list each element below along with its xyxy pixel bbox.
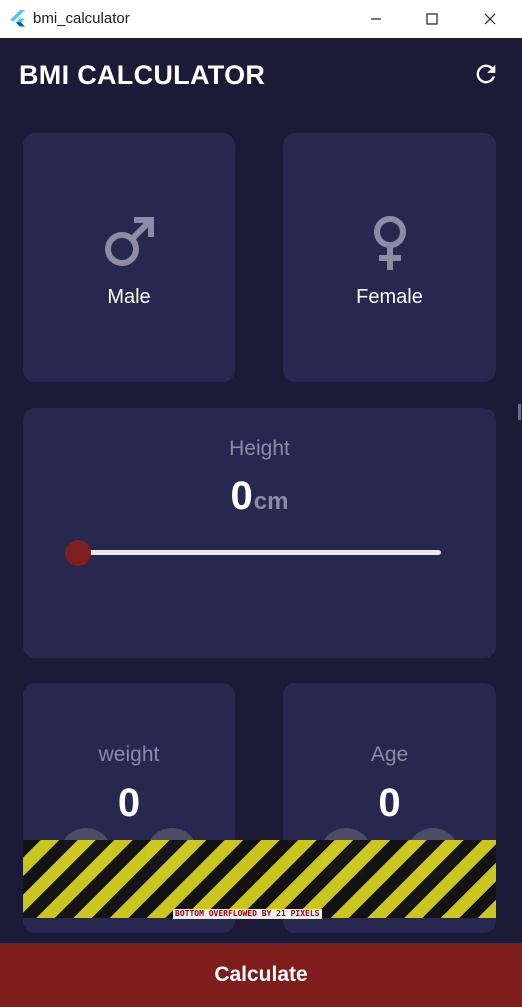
maximize-button[interactable] bbox=[403, 0, 461, 38]
window-title: bmi_calculator bbox=[33, 10, 130, 27]
overflow-warning-stripe: BOTTOM OVERFLOWED BY 21 PIXELS bbox=[23, 840, 496, 919]
height-label: Height bbox=[229, 437, 290, 460]
overflow-warning-text: BOTTOM OVERFLOWED BY 21 PIXELS bbox=[173, 909, 322, 919]
flutter-app-icon bbox=[10, 10, 25, 27]
male-card[interactable]: Male bbox=[23, 133, 235, 382]
close-icon bbox=[484, 13, 496, 25]
weight-value: 0 bbox=[117, 781, 141, 825]
close-button[interactable] bbox=[461, 0, 519, 38]
calculate-label: Calculate bbox=[214, 963, 308, 986]
weight-label: weight bbox=[98, 743, 160, 766]
page-title: BMI CALCULATOR bbox=[19, 60, 266, 90]
height-slider-track[interactable] bbox=[78, 550, 441, 555]
male-icon bbox=[105, 217, 154, 266]
height-value: 0 bbox=[230, 474, 253, 518]
calculate-button[interactable]: Calculate bbox=[0, 943, 522, 1007]
age-label: Age bbox=[370, 743, 409, 766]
maximize-icon bbox=[426, 13, 438, 25]
height-readout: 0cm bbox=[23, 474, 496, 519]
minimize-button[interactable] bbox=[347, 0, 405, 38]
male-label: Male bbox=[107, 286, 151, 308]
window-titlebar: bmi_calculator bbox=[0, 0, 522, 38]
age-value: 0 bbox=[378, 781, 401, 825]
minimize-icon bbox=[371, 18, 381, 20]
height-card: Height 0cm bbox=[23, 408, 496, 658]
female-label: Female bbox=[356, 286, 423, 308]
female-card[interactable]: Female bbox=[283, 133, 496, 382]
height-slider-thumb[interactable] bbox=[65, 540, 91, 566]
refresh-icon[interactable] bbox=[472, 60, 500, 88]
app-bar: BMI CALCULATOR bbox=[0, 38, 522, 110]
height-unit: cm bbox=[253, 488, 289, 515]
female-icon bbox=[373, 216, 406, 270]
scrollbar-indicator[interactable] bbox=[518, 404, 521, 420]
